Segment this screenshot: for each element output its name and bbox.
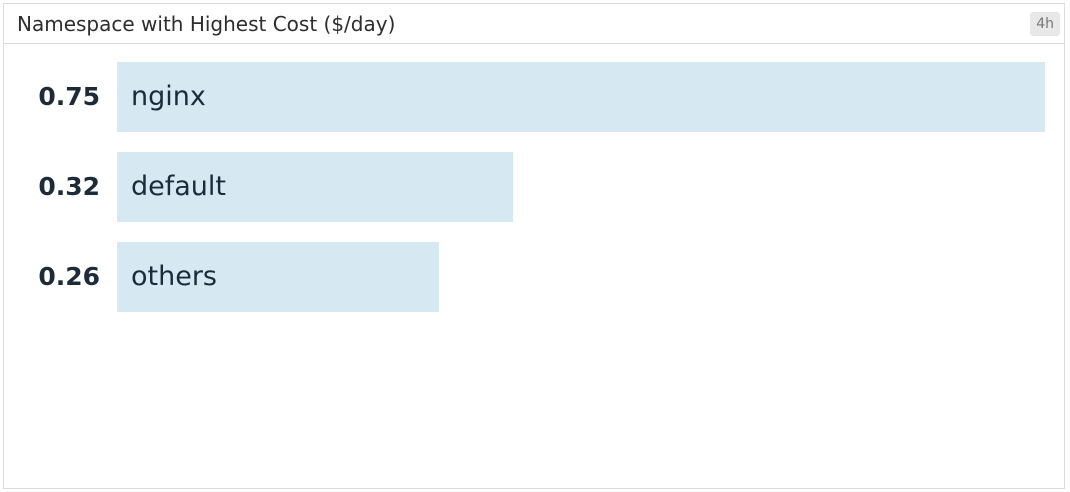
bar-value-label: 0.26 xyxy=(38,262,100,291)
bar[interactable] xyxy=(117,62,1045,132)
bar-row[interactable]: 0.75 nginx xyxy=(4,62,1064,132)
bar-row[interactable]: 0.32 default xyxy=(4,152,1064,222)
toplist-widget: Namespace with Highest Cost ($/day) 4h 0… xyxy=(3,3,1065,489)
widget-title: Namespace with Highest Cost ($/day) xyxy=(17,12,396,36)
bar-category-label: default xyxy=(131,171,227,202)
timeframe-badge[interactable]: 4h xyxy=(1030,12,1060,36)
bar-value-label: 0.75 xyxy=(38,82,100,111)
widget-header: Namespace with Highest Cost ($/day) 4h xyxy=(4,4,1064,44)
bar-category-label: others xyxy=(131,261,217,292)
bar-category-label: nginx xyxy=(131,81,206,112)
bar-value-label: 0.32 xyxy=(38,172,100,201)
bar-row[interactable]: 0.26 others xyxy=(4,242,1064,312)
toplist-chart: 0.75 nginx 0.32 default 0.26 others xyxy=(4,44,1064,488)
